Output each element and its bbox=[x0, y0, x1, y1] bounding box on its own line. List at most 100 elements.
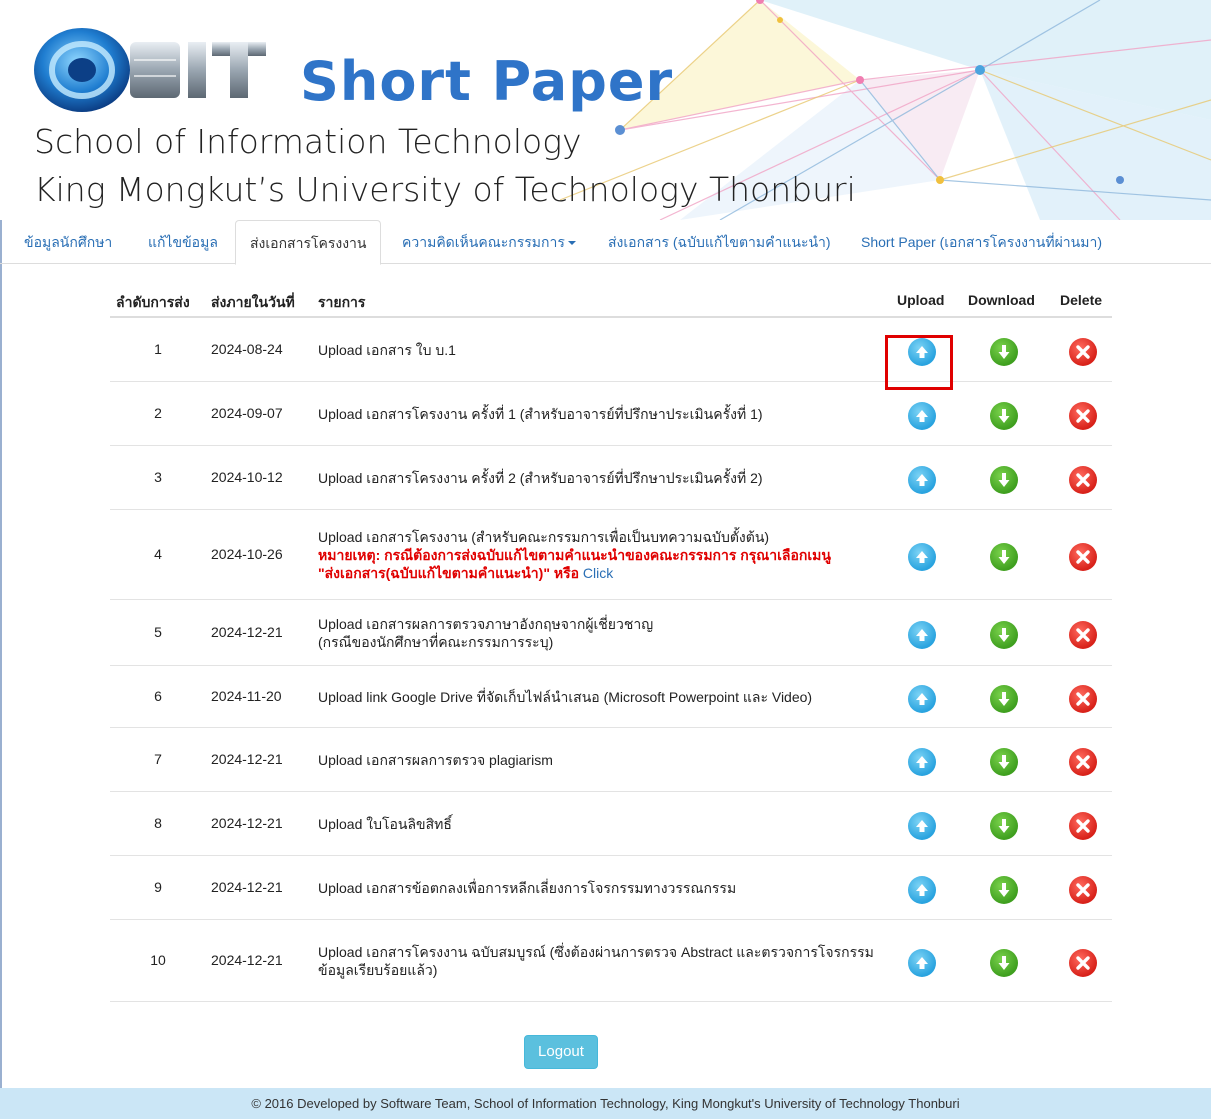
upload-icon[interactable] bbox=[908, 812, 936, 840]
row-date: 2024-10-12 bbox=[211, 469, 283, 485]
row-number: 6 bbox=[154, 688, 162, 704]
table-row: 8 2024-12-21 Upload ใบโอนลิขสิทธิ์ bbox=[110, 792, 1112, 856]
header-desc: รายการ bbox=[318, 294, 366, 310]
tab-submit-documents[interactable]: ส่งเอกสารโครงงาน bbox=[235, 220, 382, 265]
row-description: Upload เอกสารโครงงาน (สำหรับคณะกรรมการเพ… bbox=[318, 528, 831, 582]
row-description-line: Upload เอกสารข้อตกลงเพื่อการหลีกเลี่ยงกา… bbox=[318, 880, 737, 896]
delete-icon[interactable] bbox=[1069, 685, 1097, 713]
row-description: Upload เอกสารผลการตรวจภาษาอังกฤษจากผู้เช… bbox=[318, 615, 653, 651]
row-description: Upload เอกสารผลการตรวจ plagiarism bbox=[318, 751, 553, 769]
tab-past-short-papers[interactable]: Short Paper (เอกสารโครงงานที่ผ่านมา) bbox=[847, 220, 1116, 264]
row-description-line: Upload เอกสารผลการตรวจ plagiarism bbox=[318, 752, 553, 768]
table-row: 1 2024-08-24 Upload เอกสาร ใบ บ.1 bbox=[110, 318, 1112, 382]
row-description-line: Upload เอกสารโครงงาน (สำหรับคณะกรรมการเพ… bbox=[318, 529, 770, 545]
row-description-line: Upload เอกสารผลการตรวจภาษาอังกฤษจากผู้เช… bbox=[318, 616, 654, 632]
row-date: 2024-08-24 bbox=[211, 341, 283, 357]
logout-button[interactable]: Logout bbox=[524, 1035, 598, 1069]
table-row: 9 2024-12-21 Upload เอกสารข้อตกลงเพื่อกา… bbox=[110, 856, 1112, 920]
row-date: 2024-11-20 bbox=[211, 688, 282, 704]
tab-submit-revised[interactable]: ส่งเอกสาร (ฉบับแก้ไขตามคำแนะนำ) bbox=[594, 220, 845, 264]
row-number: 8 bbox=[154, 815, 162, 831]
row-description-line: ข้อมูลเรียบร้อยแล้ว) bbox=[318, 962, 438, 978]
row-description-line: Upload เอกสารโครงงาน ครั้งที่ 2 (สำหรับอ… bbox=[318, 470, 763, 486]
download-icon[interactable] bbox=[990, 748, 1018, 776]
row-number: 3 bbox=[154, 469, 162, 485]
row-description-line: Upload เอกสารโครงงาน ครั้งที่ 1 (สำหรับอ… bbox=[318, 406, 763, 422]
upload-icon[interactable] bbox=[908, 402, 936, 430]
row-description-line: Upload ใบโอนลิขสิทธิ์ bbox=[318, 816, 452, 832]
row-number: 1 bbox=[154, 341, 162, 357]
tab-edit-info[interactable]: แก้ไขข้อมูล bbox=[134, 220, 232, 264]
table-row: 6 2024-11-20 Upload link Google Drive ที… bbox=[110, 666, 1112, 728]
sit-logo bbox=[34, 28, 266, 112]
row-number: 4 bbox=[154, 546, 162, 562]
download-icon[interactable] bbox=[990, 402, 1018, 430]
table-row: 4 2024-10-26 Upload เอกสารโครงงาน (สำหรั… bbox=[110, 510, 1112, 600]
submission-table: ลำดับการส่ง ส่งภายในวันที่ รายการ Upload… bbox=[110, 284, 1112, 1002]
header-delete: Delete bbox=[1060, 292, 1103, 308]
table-row: 7 2024-12-21 Upload เอกสารผลการตรวจ plag… bbox=[110, 728, 1112, 792]
download-icon[interactable] bbox=[990, 876, 1018, 904]
row-number: 5 bbox=[154, 624, 162, 640]
row-date: 2024-12-21 bbox=[211, 952, 283, 968]
delete-icon[interactable] bbox=[1069, 876, 1097, 904]
row-description: Upload link Google Drive ที่จัดเก็บไฟล์น… bbox=[318, 688, 812, 706]
delete-icon[interactable] bbox=[1069, 543, 1097, 571]
row-description-line: (กรณีของนักศึกษาที่คณะกรรมการระบุ) bbox=[318, 634, 554, 650]
upload-icon[interactable] bbox=[908, 685, 936, 713]
table-row: 2 2024-09-07 Upload เอกสารโครงงาน ครั้งท… bbox=[110, 382, 1112, 446]
row-date: 2024-12-21 bbox=[211, 751, 283, 767]
delete-icon[interactable] bbox=[1069, 812, 1097, 840]
row-date: 2024-09-07 bbox=[211, 405, 283, 421]
download-icon[interactable] bbox=[990, 621, 1018, 649]
row-note-text: "ส่งเอกสาร(ฉบับแก้ไขตามคำแนะนำ)" หรือ bbox=[318, 565, 583, 581]
row-note-line: หมายเหตุ: กรณีต้องการส่งฉบับแก้ไขตามคำแน… bbox=[318, 547, 831, 563]
upload-icon[interactable] bbox=[908, 466, 936, 494]
header-num: ลำดับการส่ง bbox=[116, 294, 190, 310]
download-icon[interactable] bbox=[990, 949, 1018, 977]
row-date: 2024-12-21 bbox=[211, 815, 283, 831]
row-description: Upload เอกสารข้อตกลงเพื่อการหลีกเลี่ยงกา… bbox=[318, 879, 736, 897]
delete-icon[interactable] bbox=[1069, 466, 1097, 494]
tab-student-info[interactable]: ข้อมูลนักศึกษา bbox=[10, 220, 126, 264]
download-icon[interactable] bbox=[990, 466, 1018, 494]
click-link[interactable]: Click bbox=[583, 565, 613, 581]
row-number: 7 bbox=[154, 751, 162, 767]
download-icon[interactable] bbox=[990, 543, 1018, 571]
row-date: 2024-12-21 bbox=[211, 879, 283, 895]
header-banner: Short Paper School of Information Techno… bbox=[0, 0, 1211, 220]
delete-icon[interactable] bbox=[1069, 621, 1097, 649]
row-description-line: Upload เอกสารโครงงาน ฉบับสมบูรณ์ (ซึ่งต้… bbox=[318, 944, 874, 960]
upload-icon[interactable] bbox=[908, 543, 936, 571]
upload-icon[interactable] bbox=[908, 949, 936, 977]
row-number: 2 bbox=[154, 405, 162, 421]
download-icon[interactable] bbox=[990, 685, 1018, 713]
caret-down-icon bbox=[567, 241, 576, 246]
tab-committee-comments[interactable]: ความคิดเห็นคณะกรรมการ bbox=[388, 220, 590, 264]
header-download: Download bbox=[968, 292, 1035, 308]
delete-icon[interactable] bbox=[1069, 402, 1097, 430]
row-note-line: "ส่งเอกสาร(ฉบับแก้ไขตามคำแนะนำ)" หรือ Cl… bbox=[318, 564, 831, 582]
download-icon[interactable] bbox=[990, 338, 1018, 366]
row-date: 2024-12-21 bbox=[211, 624, 283, 640]
table-row: 5 2024-12-21 Upload เอกสารผลการตรวจภาษาอ… bbox=[110, 600, 1112, 666]
subtitle-university: King Mongkut’s University of Technology … bbox=[34, 170, 856, 209]
tab-committee-comments-label: ความคิดเห็นคณะกรรมการ bbox=[402, 234, 565, 250]
download-icon[interactable] bbox=[990, 812, 1018, 840]
header-upload: Upload bbox=[897, 292, 945, 308]
delete-icon[interactable] bbox=[1069, 748, 1097, 776]
upload-icon[interactable] bbox=[908, 621, 936, 649]
table-row: 10 2024-12-21 Upload เอกสารโครงงาน ฉบับส… bbox=[110, 920, 1112, 1002]
delete-icon[interactable] bbox=[1069, 338, 1097, 366]
brand-title: Short Paper bbox=[300, 50, 674, 113]
row-description: Upload ใบโอนลิขสิทธิ์ bbox=[318, 815, 452, 833]
row-description: Upload เอกสารโครงงาน ครั้งที่ 2 (สำหรับอ… bbox=[318, 469, 763, 487]
row-description-line: Upload เอกสาร ใบ บ.1 bbox=[318, 342, 456, 358]
delete-icon[interactable] bbox=[1069, 949, 1097, 977]
table-header: ลำดับการส่ง ส่งภายในวันที่ รายการ Upload… bbox=[110, 284, 1112, 318]
upload-icon[interactable] bbox=[908, 876, 936, 904]
row-description: Upload เอกสารโครงงาน ฉบับสมบูรณ์ (ซึ่งต้… bbox=[318, 943, 874, 979]
footer: © 2016 Developed by Software Team, Schoo… bbox=[0, 1088, 1211, 1119]
upload-icon[interactable] bbox=[908, 338, 936, 366]
upload-icon[interactable] bbox=[908, 748, 936, 776]
